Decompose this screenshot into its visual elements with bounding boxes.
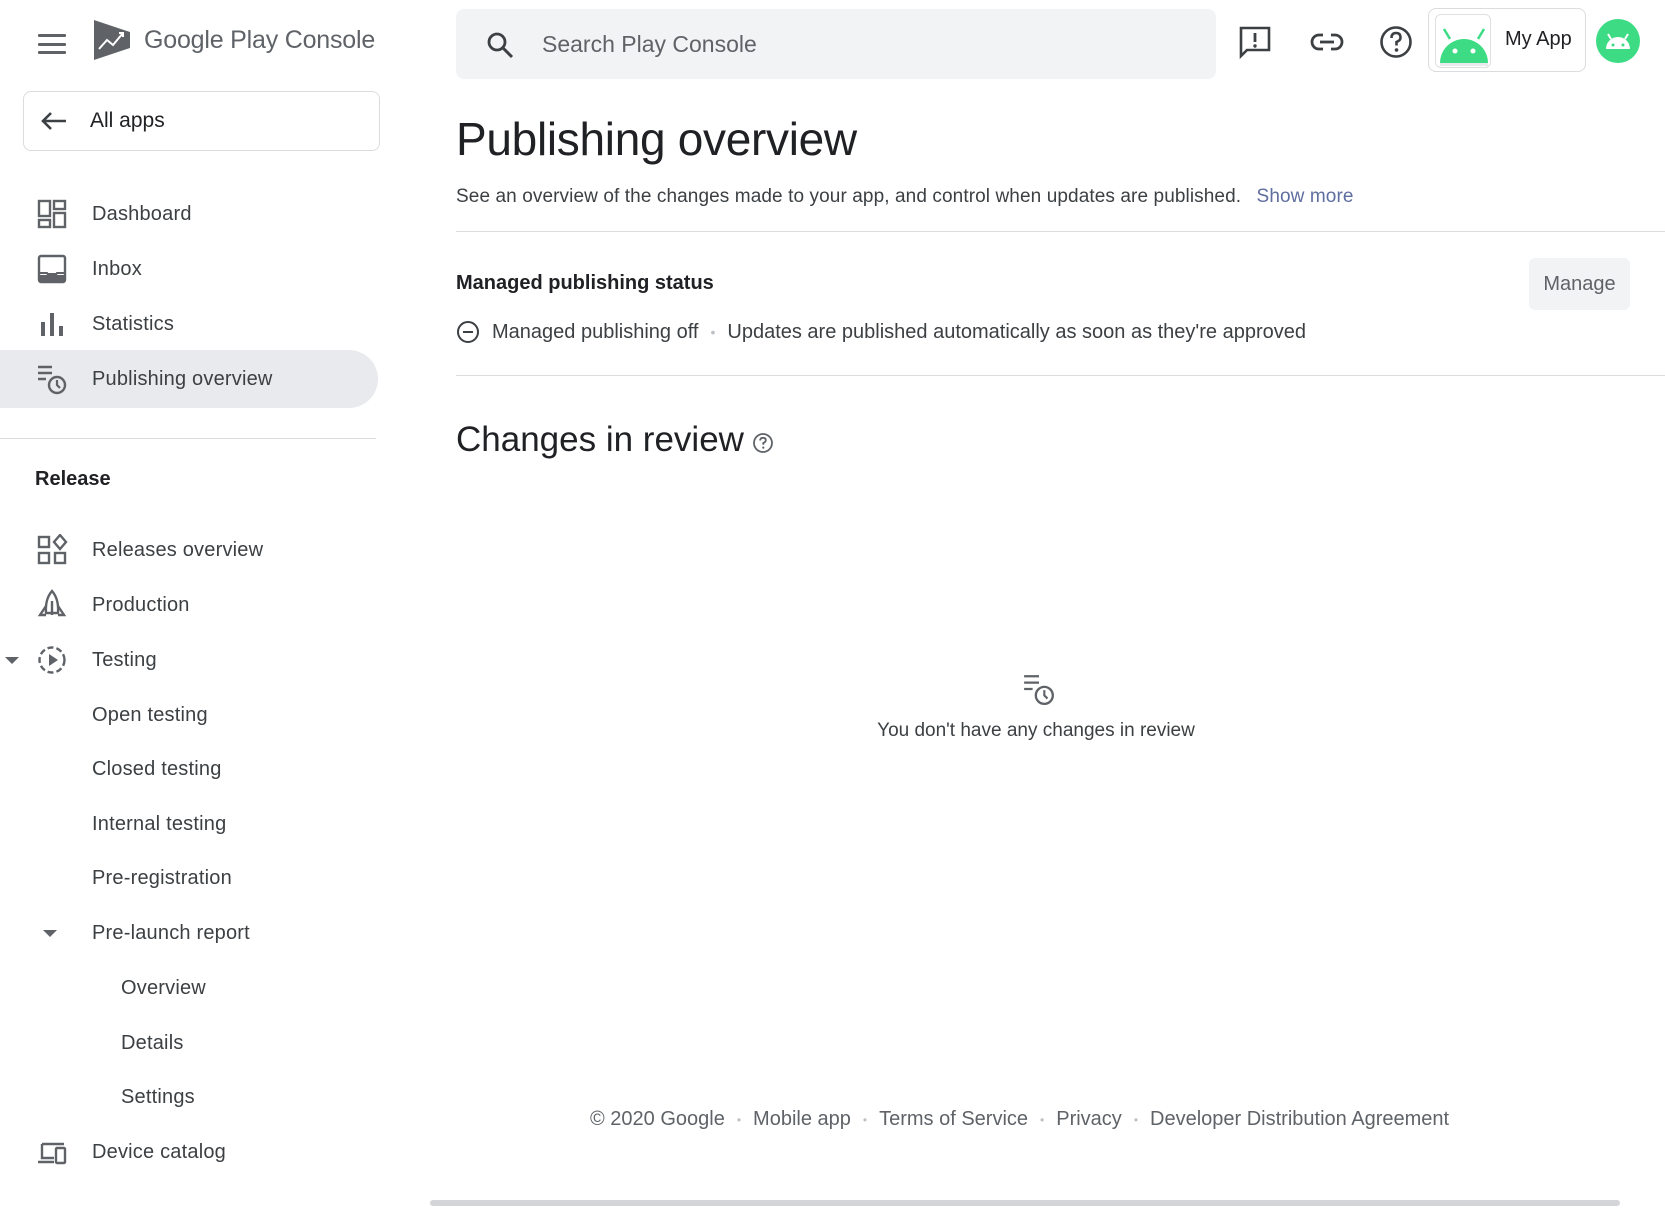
link-icon[interactable] <box>1309 24 1345 60</box>
sidebar-item-internal-testing[interactable]: Internal testing <box>0 795 378 853</box>
testing-icon <box>38 646 66 674</box>
sidebar-item-label: Testing <box>92 648 157 671</box>
play-console-app: Google Play Console All apps Dashboard I… <box>0 0 1665 1218</box>
changes-in-review-heading: Changes in review <box>456 420 774 460</box>
publishing-schedule-icon <box>1024 675 1054 706</box>
sidebar-item-label: Statistics <box>92 312 175 335</box>
all-apps-label: All apps <box>90 109 165 132</box>
sidebar-item-label: Details <box>121 1031 184 1054</box>
section-divider <box>456 375 1665 376</box>
footer: © 2020 Google • Mobile app • Terms of Se… <box>590 1108 1449 1131</box>
sidebar-item-details[interactable]: Details <box>0 1014 378 1072</box>
sidebar-divider <box>0 438 376 439</box>
separator-dot: • <box>710 324 716 340</box>
section-label-release: Release <box>35 468 111 490</box>
rocket-icon <box>37 589 67 617</box>
publishing-schedule-icon <box>38 365 67 395</box>
separator-dot: • <box>1133 1112 1139 1127</box>
sidebar-item-label: Settings <box>121 1085 195 1108</box>
sidebar-item-label: Closed testing <box>92 757 222 780</box>
feedback-icon[interactable] <box>1237 24 1273 60</box>
sidebar-item-statistics[interactable]: Statistics <box>0 295 378 353</box>
copyright: © 2020 Google <box>590 1108 725 1130</box>
sidebar-item-dashboard[interactable]: Dashboard <box>0 185 378 243</box>
managed-publishing-status-title: Managed publishing status <box>456 272 714 294</box>
all-apps-button[interactable]: All apps <box>23 91 380 151</box>
sidebar-item-pre-launch-report[interactable]: Pre-launch report <box>0 904 378 962</box>
separator-dot: • <box>862 1112 868 1127</box>
help-outline-icon[interactable] <box>752 432 774 454</box>
search-icon <box>487 32 514 59</box>
menu-icon[interactable] <box>36 30 68 58</box>
terms-of-service-link[interactable]: Terms of Service <box>879 1108 1028 1131</box>
sidebar-item-label: Publishing overview <box>92 367 273 390</box>
sidebar-item-production[interactable]: Production <box>0 576 378 634</box>
sidebar-item-open-testing[interactable]: Open testing <box>0 686 378 744</box>
bar-chart-icon <box>41 313 63 336</box>
sidebar-item-label: Dashboard <box>92 202 192 225</box>
devices-icon <box>38 1142 67 1165</box>
chevron-down-icon[interactable] <box>43 930 57 937</box>
sidebar-item-settings[interactable]: Settings <box>0 1068 378 1126</box>
sidebar-item-label: Inbox <box>92 257 142 280</box>
sidebar-item-label: Releases overview <box>92 538 264 561</box>
sidebar-item-publishing-overview[interactable]: Publishing overview <box>0 350 378 408</box>
app-name: My App <box>1505 28 1572 50</box>
managed-publishing-state: Managed publishing off <box>492 320 699 343</box>
separator-dot: • <box>736 1112 742 1127</box>
sidebar-item-label: Pre-registration <box>92 866 232 889</box>
sidebar-item-label: Internal testing <box>92 812 227 835</box>
sidebar-item-label: Open testing <box>92 703 208 726</box>
show-more-link[interactable]: Show more <box>1257 186 1354 207</box>
section-divider <box>456 231 1665 232</box>
sidebar-item-testing[interactable]: Testing <box>0 631 378 689</box>
releases-overview-icon <box>37 534 68 565</box>
sidebar-item-releases-overview[interactable]: Releases overview <box>0 521 378 579</box>
logo-text: Google Play Console <box>144 25 376 54</box>
remove-circle-icon <box>457 321 479 343</box>
manage-button[interactable]: Manage <box>1529 258 1630 310</box>
sidebar-item-label: Device catalog <box>92 1140 226 1163</box>
sidebar-item-closed-testing[interactable]: Closed testing <box>0 740 378 798</box>
arrow-back-icon <box>41 112 66 130</box>
play-console-logo-icon <box>94 20 130 60</box>
search-input[interactable] <box>542 27 1182 61</box>
sidebar-item-device-catalog[interactable]: Device catalog <box>0 1123 378 1181</box>
managed-publishing-status: Managed publishing off • Updates are pub… <box>456 320 1306 344</box>
sidebar-item-overview[interactable]: Overview <box>0 959 378 1017</box>
page-description: See an overview of the changes made to y… <box>456 186 1354 208</box>
sidebar-item-label: Pre-launch report <box>92 921 250 944</box>
sidebar-item-inbox[interactable]: Inbox <box>0 240 378 298</box>
android-icon <box>1440 28 1488 66</box>
android-avatar-icon <box>1606 33 1630 49</box>
inbox-icon <box>37 254 67 284</box>
page-description-text: See an overview of the changes made to y… <box>456 186 1242 207</box>
sidebar-item-label: Production <box>92 593 190 616</box>
developer-distribution-agreement-link[interactable]: Developer Distribution Agreement <box>1150 1108 1449 1131</box>
sidebar-item-pre-registration[interactable]: Pre-registration <box>0 849 378 907</box>
play-console-logo[interactable]: Google Play Console <box>92 18 375 62</box>
managed-publishing-state-description: Updates are published automatically as s… <box>727 320 1306 343</box>
changes-in-review-title: Changes in review <box>456 420 744 459</box>
help-icon[interactable] <box>1378 24 1414 60</box>
empty-state-text: You don't have any changes in review <box>877 720 1195 741</box>
horizontal-scrollbar[interactable] <box>430 1200 1620 1206</box>
app-icon <box>1435 14 1491 68</box>
separator-dot: • <box>1040 1112 1045 1127</box>
mobile-app-link[interactable]: Mobile app <box>753 1108 851 1131</box>
search-bar[interactable] <box>456 9 1216 79</box>
sidebar-item-label: Overview <box>121 976 206 999</box>
app-selector-chip[interactable]: My App <box>1428 8 1586 72</box>
sidebar: Google Play Console All apps Dashboard I… <box>0 0 390 1218</box>
dashboard-icon <box>37 199 67 229</box>
chevron-down-icon[interactable] <box>5 657 19 664</box>
privacy-link[interactable]: Privacy <box>1056 1108 1122 1131</box>
account-avatar[interactable] <box>1596 19 1640 63</box>
page-title: Publishing overview <box>456 113 857 165</box>
